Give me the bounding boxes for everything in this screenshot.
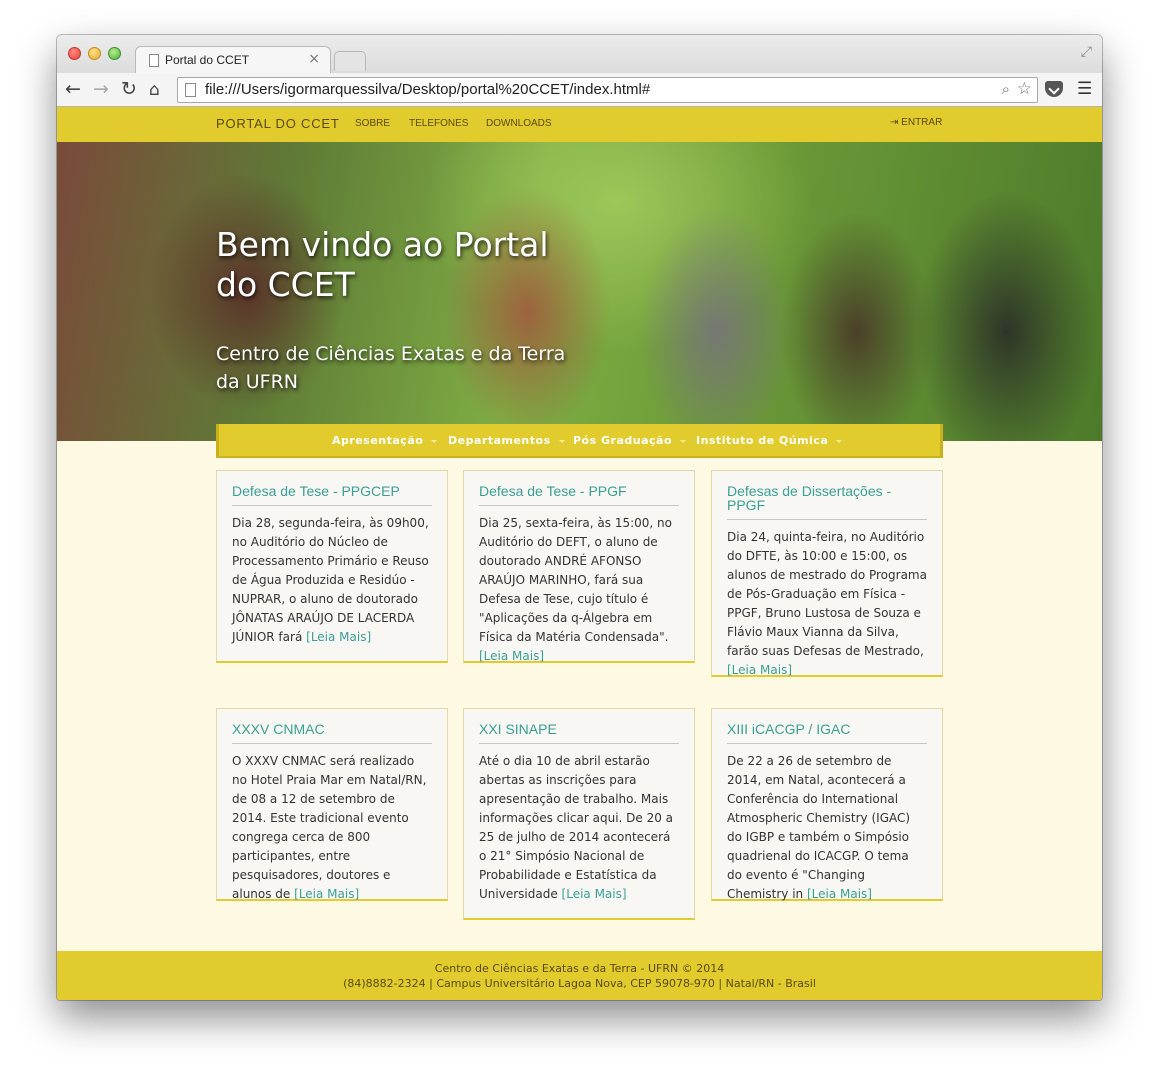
news-card: XXXV CNMAC O XXXV CNMAC será realizado n…: [216, 708, 448, 901]
news-card-text: Até o dia 10 de abril estarão abertas as…: [479, 752, 679, 904]
login-link[interactable]: ⇥ ENTRAR: [890, 117, 942, 128]
news-card-text: Dia 28, segunda-feira, às 09h00, no Audi…: [232, 514, 432, 647]
dropdown-instituto-quimica[interactable]: Instituto de Qúmica: [696, 434, 843, 447]
browser-window: Portal do CCET × ⤢ ← → ↻ ⌂ file:///Users…: [57, 35, 1102, 1000]
caret-down-icon: [431, 439, 438, 443]
news-card-title[interactable]: Defesa de Tese - PPGCEP: [232, 484, 432, 506]
tab-title: Portal do CCET: [165, 53, 250, 67]
hero-title: Bem vindo ao Portal do CCET: [216, 225, 549, 304]
news-card: Defesa de Tese - PPGCEP Dia 28, segunda-…: [216, 470, 448, 663]
news-card: XXI SINAPE Até o dia 10 de abril estarão…: [463, 708, 695, 920]
news-card-title[interactable]: Defesa de Tese - PPGF: [479, 484, 679, 506]
nav-link-telefones[interactable]: TELEFONES: [409, 118, 468, 129]
caret-down-icon: [680, 439, 687, 443]
read-more-link[interactable]: [Leia Mais]: [306, 630, 371, 644]
browser-toolbar: ← → ↻ ⌂ file:///Users/igormarquessilva/D…: [57, 73, 1102, 107]
news-card-body: O XXXV CNMAC será realizado no Hotel Pra…: [232, 754, 427, 901]
zoom-window-button[interactable]: [108, 47, 121, 60]
new-tab-button[interactable]: [334, 51, 366, 71]
minimize-window-button[interactable]: [88, 47, 101, 60]
news-card-body: Dia 24, quinta-feira, no Auditório do DF…: [727, 530, 927, 658]
news-card-body: Dia 28, segunda-feira, às 09h00, no Audi…: [232, 516, 429, 644]
nav-link-downloads[interactable]: DOWNLOADS: [486, 118, 552, 129]
news-card-title[interactable]: XXI SINAPE: [479, 722, 679, 744]
dropdown-label: Instituto de Qúmica: [696, 434, 829, 447]
read-more-link[interactable]: [Leia Mais]: [807, 887, 872, 901]
news-card-title[interactable]: Defesas de Dissertações - PPGF: [727, 484, 927, 520]
dropdown-label: Pós Graduação: [573, 434, 673, 447]
star-icon[interactable]: ☆: [1017, 79, 1032, 99]
news-card-body: De 22 a 26 de setembro de 2014, em Natal…: [727, 754, 911, 901]
news-card-title[interactable]: XIII iCACGP / IGAC: [727, 722, 927, 744]
pocket-icon[interactable]: [1045, 81, 1063, 97]
page-footer: Centro de Ciências Exatas e da Terra - U…: [57, 951, 1102, 1000]
hero-banner: Bem vindo ao Portal do CCET Centro de Ci…: [57, 142, 1102, 441]
top-navbar: PORTAL DO CCET SOBRE TELEFONES DOWNLOADS…: [57, 107, 1102, 142]
news-card: XIII iCACGP / IGAC De 22 a 26 de setembr…: [711, 708, 943, 901]
forward-arrow-icon[interactable]: →: [93, 78, 109, 100]
news-card-body: Dia 25, sexta-feira, às 15:00, no Auditó…: [479, 516, 672, 644]
dropdown-label: Departamentos: [448, 434, 551, 447]
news-card: Defesa de Tese - PPGF Dia 25, sexta-feir…: [463, 470, 695, 663]
news-card-body: Até o dia 10 de abril estarão abertas as…: [479, 754, 674, 901]
read-more-link[interactable]: [Leia Mais]: [294, 887, 359, 901]
home-icon[interactable]: ⌂: [149, 80, 160, 100]
magnifier-icon[interactable]: ⌕: [1002, 80, 1010, 98]
news-card-text: De 22 a 26 de setembro de 2014, em Natal…: [727, 752, 927, 904]
dropdown-label: Apresentação: [332, 434, 424, 447]
tab-close-button[interactable]: ×: [308, 51, 320, 67]
nav-link-sobre[interactable]: SOBRE: [355, 118, 390, 129]
address-bar[interactable]: file:///Users/igormarquessilva/Desktop/p…: [177, 77, 1038, 103]
hero-subtitle: Centro de Ciências Exatas e da Terra da …: [216, 343, 566, 393]
login-icon: ⇥: [890, 117, 899, 128]
dropdown-departamentos[interactable]: Departamentos: [448, 434, 565, 447]
news-card-text: Dia 24, quinta-feira, no Auditório do DF…: [727, 528, 927, 680]
caret-down-icon: [558, 439, 565, 443]
news-card-text: O XXXV CNMAC será realizado no Hotel Pra…: [232, 752, 432, 904]
read-more-link[interactable]: [Leia Mais]: [727, 663, 792, 677]
section-navbar: Apresentação Departamentos Pós Graduação…: [216, 424, 943, 458]
browser-titlebar: Portal do CCET × ⤢: [57, 35, 1102, 74]
web-page: PORTAL DO CCET SOBRE TELEFONES DOWNLOADS…: [57, 107, 1102, 1000]
read-more-link[interactable]: [Leia Mais]: [479, 649, 544, 663]
dropdown-apresentacao[interactable]: Apresentação: [332, 434, 438, 447]
footer-copyright: Centro de Ciências Exatas e da Terra - U…: [434, 962, 725, 975]
news-card-title[interactable]: XXXV CNMAC: [232, 722, 432, 744]
close-window-button[interactable]: [68, 47, 81, 60]
login-label: ENTRAR: [901, 117, 943, 128]
page-icon: [185, 83, 196, 97]
brand-link[interactable]: PORTAL DO CCET: [216, 116, 340, 131]
dropdown-pos-graduacao[interactable]: Pós Graduação: [573, 434, 687, 447]
hamburger-menu-icon[interactable]: ☰: [1077, 79, 1092, 99]
footer-contact: (84)8882-2324 | Campus Universitário Lag…: [343, 977, 816, 990]
reload-icon[interactable]: ↻: [121, 78, 137, 100]
back-arrow-icon[interactable]: ←: [65, 78, 81, 100]
read-more-link[interactable]: [Leia Mais]: [562, 887, 627, 901]
caret-down-icon: [836, 439, 843, 443]
fullscreen-icon[interactable]: ⤢: [1081, 44, 1092, 60]
news-card: Defesas de Dissertações - PPGF Dia 24, q…: [711, 470, 943, 677]
news-card-text: Dia 25, sexta-feira, às 15:00, no Auditó…: [479, 514, 679, 666]
document-icon: [149, 54, 159, 67]
url-text[interactable]: file:///Users/igormarquessilva/Desktop/p…: [205, 81, 650, 98]
browser-tab[interactable]: Portal do CCET ×: [135, 46, 331, 74]
